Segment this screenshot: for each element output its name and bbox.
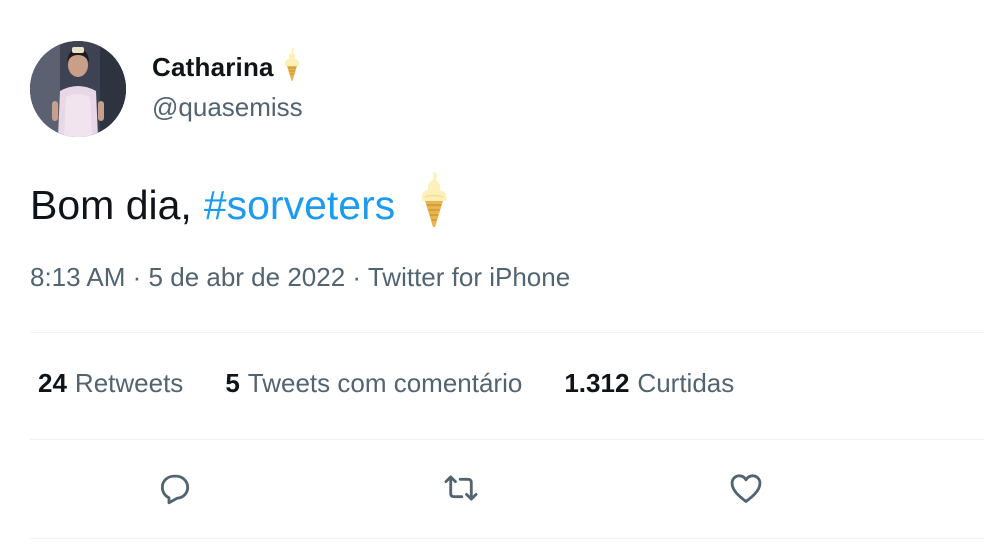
hashtag-link[interactable]: #sorveters xyxy=(204,182,395,229)
likes-label: Curtidas xyxy=(637,368,735,398)
divider xyxy=(30,439,984,440)
quote-tweets-stat[interactable]: 5 Tweets com comentário xyxy=(225,368,522,399)
retweet-icon xyxy=(441,469,481,512)
engagement-stats: 24 Retweets 5 Tweets com comentário 1.31… xyxy=(38,368,776,399)
tweet-source[interactable]: Twitter for iPhone xyxy=(368,262,570,292)
tweet-text: Bom dia, #sorveters xyxy=(30,171,453,238)
avatar[interactable] xyxy=(30,41,126,137)
tweet-detail: Catharina @quasemiss Bom dia, #sorveters xyxy=(0,0,984,545)
display-name[interactable]: Catharina xyxy=(152,52,274,83)
soft-ice-cream-icon xyxy=(415,171,453,238)
meta-separator: · xyxy=(352,262,362,292)
quote-tweets-count: 5 xyxy=(225,368,240,398)
reply-button[interactable] xyxy=(155,470,195,510)
tweet-text-body: Bom dia, xyxy=(30,181,192,228)
likes-count: 1.312 xyxy=(564,368,630,398)
likes-stat[interactable]: 1.312 Curtidas xyxy=(564,368,734,399)
like-button[interactable] xyxy=(726,470,766,510)
tweet-actions xyxy=(0,470,984,510)
retweets-stat[interactable]: 24 Retweets xyxy=(38,368,183,399)
divider xyxy=(30,538,984,539)
meta-separator: · xyxy=(132,262,142,292)
cropped-header-fragment xyxy=(190,0,218,4)
retweets-label: Retweets xyxy=(74,368,184,398)
tweet-time[interactable]: 8:13 AM xyxy=(30,262,125,292)
soft-ice-cream-icon xyxy=(280,46,304,87)
author-name-row[interactable]: Catharina xyxy=(152,46,304,87)
quote-tweets-label: Tweets com comentário xyxy=(247,368,523,398)
tweet-metadata: 8:13 AM · 5 de abr de 2022 · Twitter for… xyxy=(30,262,570,293)
heart-icon xyxy=(726,469,766,512)
reply-icon xyxy=(156,469,194,512)
author-handle[interactable]: @quasemiss xyxy=(152,92,303,123)
retweets-count: 24 xyxy=(38,368,67,398)
tweet-date[interactable]: 5 de abr de 2022 xyxy=(149,262,346,292)
divider xyxy=(30,332,984,333)
retweet-button[interactable] xyxy=(441,470,481,510)
